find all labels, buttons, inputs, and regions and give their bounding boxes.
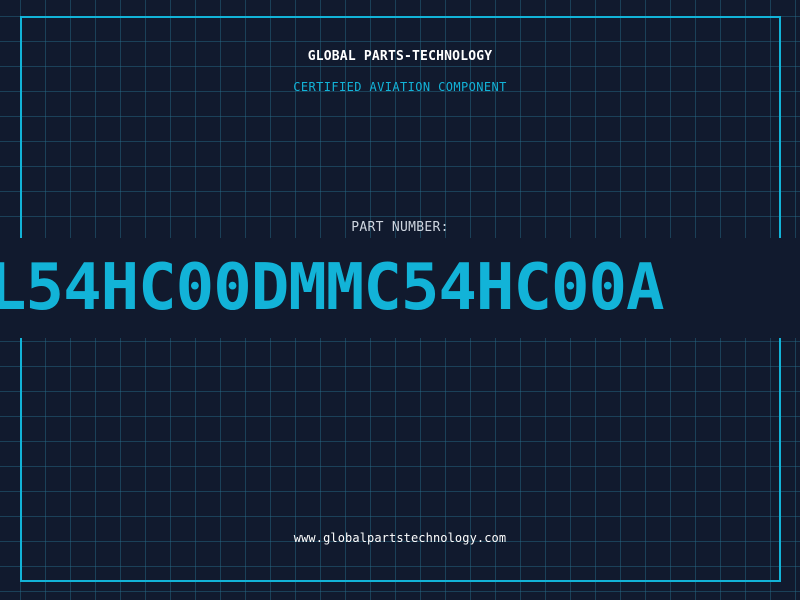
website-url: www.globalpartstechnology.com	[293, 531, 507, 545]
part-number-band: L54HC00DMMC54HC00A	[0, 238, 800, 338]
certification-subtitle: CERTIFIED AVIATION COMPONENT	[293, 80, 507, 94]
part-number-label: PART NUMBER:	[351, 220, 449, 235]
certificate-card: GLOBAL PARTS-TECHNOLOGY CERTIFIED AVIATI…	[0, 0, 800, 600]
part-number-value: L54HC00DMMC54HC00A	[0, 251, 665, 325]
company-name: GLOBAL PARTS-TECHNOLOGY	[307, 49, 493, 64]
